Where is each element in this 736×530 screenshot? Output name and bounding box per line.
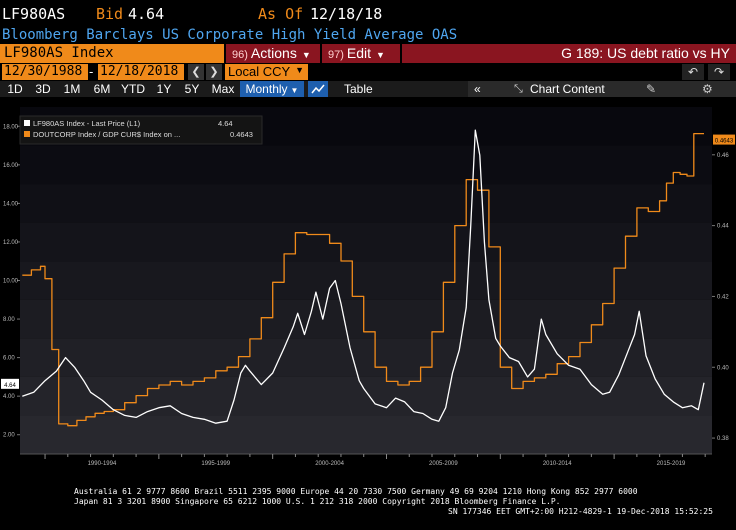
- left-axis: 18.00 16.00 14.00 12.00 10.00 8.00 6.00 4.00 2.0…: [3, 124, 20, 439]
- period-1d[interactable]: 1D: [2, 81, 28, 97]
- footer-contacts-2: Japan 81 3 3201 8900 Singapore 65 6212 1…: [74, 497, 561, 506]
- period-1y[interactable]: 1Y: [152, 81, 176, 97]
- period-1m[interactable]: 1M: [58, 81, 86, 97]
- x-tick-label: 1995-1999: [201, 461, 230, 467]
- x-tick-label: 1990-1994: [88, 461, 117, 467]
- ticker-label: LF980AS: [2, 5, 66, 23]
- pencil-icon[interactable]: ✎: [646, 81, 656, 97]
- last-value-badge-left-text: 4.64: [4, 383, 16, 389]
- chart-content-button[interactable]: Chart Content: [530, 81, 605, 97]
- chart-band: [20, 222, 712, 262]
- x-tick-label: 2015-2019: [657, 461, 686, 467]
- right-tick-label: 0.38: [717, 436, 729, 442]
- asof-value: 12/18/18: [310, 5, 383, 23]
- left-tick-label: 14.00: [3, 201, 19, 207]
- chart-band: [20, 338, 712, 377]
- footer-session: SN 177346 EET GMT+2:00 H212-4829-1 19-De…: [448, 507, 713, 516]
- x-axis: 1990-1994 1995-1999 2000-2004 2005-2009 2010…: [44, 454, 706, 467]
- security-description: Bloomberg Barclays US Corporate High Yie…: [2, 27, 458, 43]
- chart-background-bands: [20, 107, 712, 455]
- asof-label: As Of: [258, 5, 304, 23]
- frequency-value: Monthly: [245, 82, 288, 96]
- legend-swatch-white: [24, 120, 30, 126]
- right-axis: 0.46 0.44 0.42 0.40 0.38: [712, 153, 729, 442]
- date-range-bar: 12/30/1988 - 12/18/2018 ❮ ❯ Local CCY ▼ ↶…: [0, 63, 736, 81]
- legend: LF980AS Index - Last Price (L1) 4.64 DOU…: [19, 115, 263, 145]
- chart-band: [20, 184, 712, 223]
- legend-series-2: DOUTCORP Index / GDP CUR$ Index on ...: [33, 130, 180, 139]
- bid-value: 4.64: [128, 5, 165, 23]
- chart-band: [20, 299, 712, 339]
- right-tick-label: 0.42: [717, 294, 729, 300]
- chevron-down-icon: ▼: [301, 50, 311, 60]
- actions-menu-number: 96): [232, 49, 248, 61]
- date-separator: -: [89, 64, 94, 79]
- frequency-select[interactable]: Monthly ▼: [240, 81, 304, 97]
- edit-menu-button[interactable]: 97) Edit ▼: [322, 44, 400, 63]
- undo-icon[interactable]: ↶: [682, 64, 704, 80]
- period-ytd[interactable]: YTD: [118, 81, 148, 97]
- table-button[interactable]: Table: [344, 81, 373, 97]
- period-toolbar: 1D 3D 1M 6M YTD 1Y 5Y Max Monthly ▼ Table…: [0, 81, 736, 97]
- edit-menu-number: 97): [328, 49, 344, 61]
- chevron-down-icon: ▼: [295, 65, 304, 75]
- redo-icon[interactable]: ↷: [708, 64, 730, 80]
- period-3d[interactable]: 3D: [30, 81, 56, 97]
- left-tick-label: 6.00: [3, 356, 15, 362]
- chevron-down-icon: ▼: [376, 50, 385, 60]
- left-tick-label: 12.00: [3, 240, 19, 246]
- start-date-input[interactable]: 12/30/1988: [2, 64, 88, 80]
- description-bar: Bloomberg Barclays US Corporate High Yie…: [0, 26, 736, 44]
- legend-series-1: LF980AS Index - Last Price (L1): [33, 119, 141, 128]
- currency-value: Local CCY: [228, 64, 291, 79]
- left-tick-label: 2.00: [3, 433, 15, 439]
- gear-icon[interactable]: ⚙: [702, 81, 713, 97]
- chart-band: [20, 415, 712, 454]
- double-chevron-left-icon[interactable]: «: [474, 81, 481, 97]
- actions-menu-button[interactable]: 96) Actions ▼: [226, 44, 320, 63]
- actions-menu-label: Actions: [250, 45, 297, 61]
- line-chart-icon[interactable]: [308, 81, 328, 97]
- chart-band: [20, 261, 712, 300]
- period-max[interactable]: Max: [208, 81, 238, 97]
- footer-contacts-1: Australia 61 2 9777 8600 Brazil 5511 239…: [74, 487, 638, 496]
- price-chart[interactable]: 1990-1994 1995-1999 2000-2004 2005-2009 2010…: [0, 97, 736, 481]
- last-value-badge-right-text: 0.4643: [715, 139, 734, 145]
- period-5y[interactable]: 5Y: [180, 81, 204, 97]
- left-tick-label: 18.00: [3, 124, 19, 130]
- chart-band: [20, 145, 712, 185]
- graph-title: G 189: US debt ratio vs HY: [402, 44, 736, 63]
- right-tick-label: 0.46: [717, 153, 729, 159]
- footer: Australia 61 2 9777 8600 Brazil 5511 239…: [0, 486, 736, 530]
- chevron-down-icon: ▼: [290, 86, 299, 95]
- x-tick-label: 2005-2009: [429, 461, 458, 467]
- menu-bar: LF980AS Index 96) Actions ▼ 97) Edit ▼ G 189…: [0, 44, 736, 63]
- bid-label: Bid: [96, 5, 124, 23]
- left-tick-label: 10.00: [3, 279, 19, 285]
- title-bar: LF980AS Bid 4.64 As Of 12/18/18: [0, 0, 736, 26]
- x-tick-label: 2010-2014: [543, 461, 572, 467]
- left-tick-label: 16.00: [3, 163, 19, 169]
- end-date-input[interactable]: 12/18/2018: [98, 64, 184, 80]
- left-tick-label: 4.00: [3, 394, 15, 400]
- currency-select[interactable]: Local CCY ▼: [225, 64, 308, 80]
- security-field[interactable]: LF980AS Index: [0, 44, 224, 63]
- right-tick-label: 0.40: [717, 365, 729, 371]
- legend-value-2: 0.4643: [230, 130, 253, 139]
- legend-value-1: 4.64: [218, 119, 233, 128]
- chevron-right-icon[interactable]: ❯: [206, 64, 222, 80]
- left-tick-label: 8.00: [3, 317, 15, 323]
- legend-swatch-orange: [24, 131, 30, 137]
- chevron-left-icon[interactable]: ❮: [188, 64, 204, 80]
- edit-menu-label: Edit: [346, 45, 372, 61]
- period-6m[interactable]: 6M: [88, 81, 116, 97]
- x-tick-label: 2000-2004: [315, 461, 344, 467]
- chart-content-icon: ⤡: [514, 83, 523, 95]
- right-tick-label: 0.44: [717, 224, 729, 230]
